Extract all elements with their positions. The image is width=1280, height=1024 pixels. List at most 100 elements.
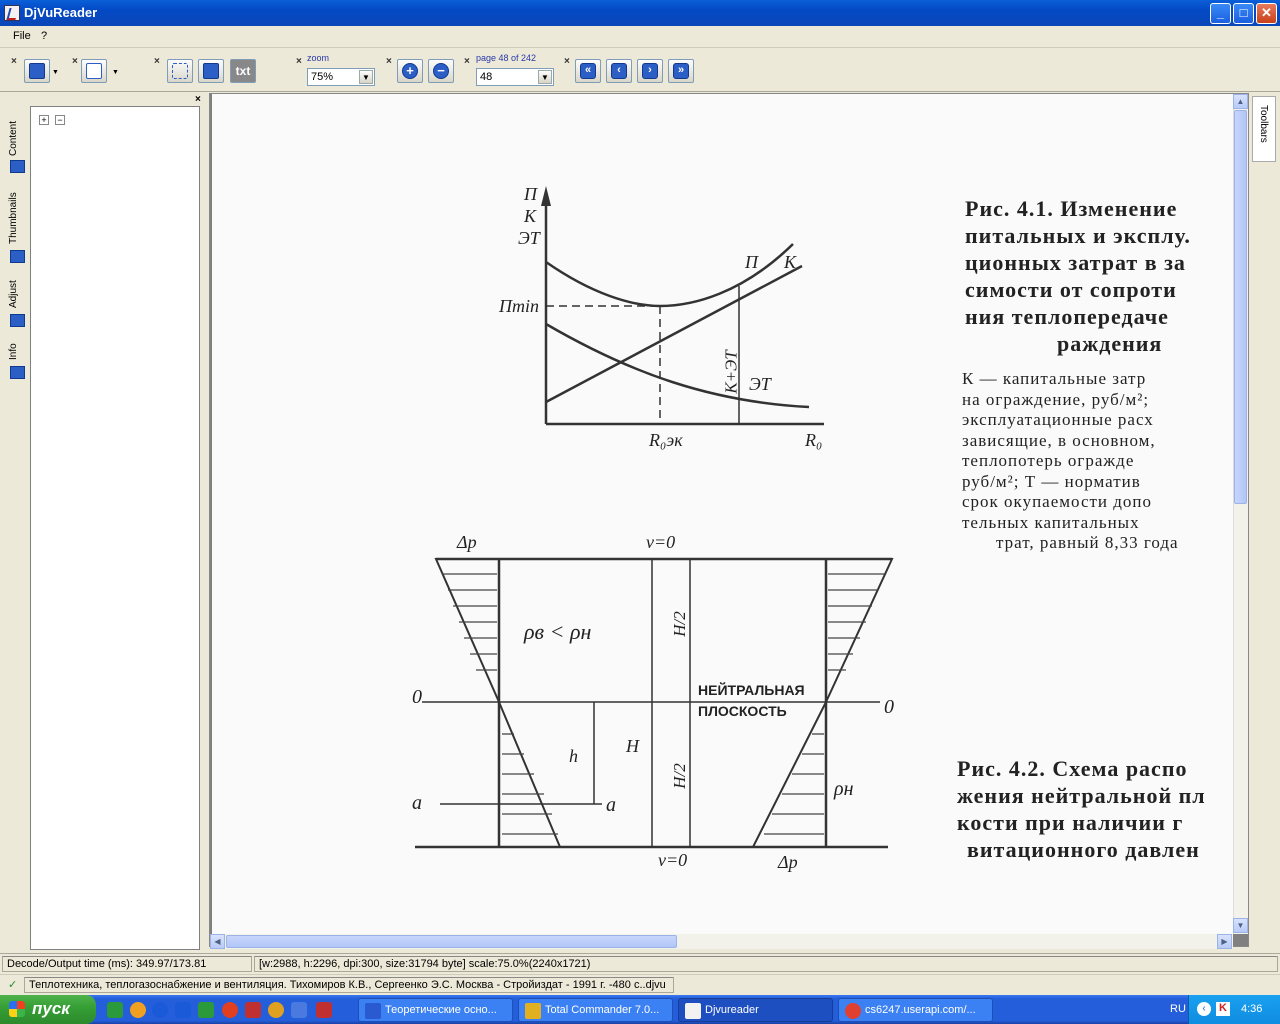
- select-rect-icon: [172, 63, 188, 79]
- close-button[interactable]: ✕: [1256, 3, 1277, 24]
- page-icon: [86, 63, 102, 79]
- menu-file[interactable]: File: [13, 30, 31, 42]
- start-button[interactable]: пуск: [0, 995, 96, 1024]
- file-status-bar: ✓ Теплотехника, теплогазоснабжение и вен…: [0, 974, 1280, 994]
- fig2-label-H: H: [626, 736, 639, 756]
- quicklaunch-icon[interactable]: [107, 1002, 123, 1018]
- quicklaunch-icon[interactable]: [316, 1002, 332, 1018]
- fig1-label-curve-p: П: [745, 252, 758, 272]
- fig1-label-r0: R₀: [805, 430, 823, 450]
- next-page-button[interactable]: ›: [637, 59, 663, 83]
- fig2-label-h2-top: H/2: [669, 611, 689, 637]
- chevron-left-icon[interactable]: ‹: [1197, 1002, 1211, 1016]
- document-view[interactable]: П К ЭТ Пmin П К К+ЭТ ЭТ R₀эк R₀ Рис. 4.1…: [209, 93, 1249, 947]
- scroll-left-icon[interactable]: ◀: [210, 934, 225, 949]
- fig1-label-k: К: [524, 206, 536, 226]
- first-page-icon: «: [580, 63, 596, 79]
- scroll-down-icon[interactable]: ▼: [1233, 918, 1248, 933]
- maximize-button[interactable]: □: [1233, 3, 1254, 24]
- fig2-label-a-right: a: [606, 794, 616, 816]
- zoom-out-button[interactable]: −: [428, 59, 454, 83]
- toolbar: × ▼ × ▼ × txt × zoom 75% ▼ × + − × page …: [0, 48, 1280, 92]
- toolbar-close-icon[interactable]: ×: [464, 56, 470, 67]
- menu-bar: File ?: [0, 26, 1280, 48]
- toolbar-close-icon[interactable]: ×: [296, 56, 302, 67]
- arrow-left-icon: ‹: [611, 63, 627, 79]
- fig2-pressure-arrows: [442, 573, 884, 835]
- fig1-label-pmin: Пmin: [499, 296, 539, 316]
- right-strip: [1250, 94, 1280, 950]
- antivirus-icon[interactable]: K: [1216, 1002, 1230, 1016]
- first-page-button[interactable]: «: [575, 59, 601, 83]
- zoom-in-icon: +: [402, 63, 418, 79]
- collapse-icon[interactable]: −: [55, 115, 65, 125]
- page-mode-button[interactable]: [81, 59, 107, 83]
- fig2-label-zero-left: 0: [412, 686, 422, 708]
- toolbars-tab[interactable]: Toolbars: [1252, 96, 1276, 162]
- quicklaunch-icon[interactable]: [268, 1002, 284, 1018]
- horizontal-scroll-thumb[interactable]: [226, 935, 677, 948]
- task-browser[interactable]: cs6247.userapi.com/...: [838, 998, 993, 1022]
- chevron-down-icon[interactable]: ▼: [112, 69, 119, 76]
- toolbar-close-icon[interactable]: ×: [11, 56, 17, 67]
- fig2-label-a-left: a: [412, 792, 422, 814]
- task-word[interactable]: Теоретические осно...: [358, 998, 513, 1022]
- quicklaunch-icon[interactable]: [222, 1002, 238, 1018]
- layout-button[interactable]: [24, 59, 50, 83]
- fig2-label-zero-right: 0: [884, 696, 894, 718]
- last-page-button[interactable]: »: [668, 59, 694, 83]
- expand-icon[interactable]: +: [39, 115, 49, 125]
- fig2-label-v0-top: v=0: [646, 532, 676, 552]
- language-indicator[interactable]: RU: [1170, 1003, 1186, 1015]
- task-djvureader[interactable]: Djvureader: [678, 998, 833, 1022]
- toolbar-close-icon[interactable]: ×: [564, 56, 570, 67]
- fig1-caption: Рис. 4.1. Изменение питальных и эксплу. …: [965, 196, 1191, 356]
- task-total-commander[interactable]: Total Commander 7.0...: [518, 998, 673, 1022]
- fig1-label-p: П: [524, 184, 537, 204]
- scroll-right-icon[interactable]: ▶: [1217, 934, 1232, 949]
- toolbar-close-icon[interactable]: ×: [154, 56, 160, 67]
- fig2-label-h2-bottom: H/2: [669, 763, 689, 789]
- chevron-down-icon[interactable]: ▼: [538, 70, 552, 84]
- word-icon: [365, 1003, 381, 1019]
- quicklaunch-icon[interactable]: [245, 1002, 261, 1018]
- page-select[interactable]: 48 ▼: [476, 68, 554, 86]
- fig2-label-neutral-2: ПЛОСКОСТЬ: [698, 703, 787, 719]
- chevron-down-icon[interactable]: ▼: [359, 70, 373, 84]
- taskbar: пуск Теоретические осно... Total Command…: [0, 995, 1280, 1024]
- content-panel[interactable]: [30, 106, 200, 950]
- fig2-label-v0-bottom: v=0: [658, 850, 688, 870]
- scroll-up-icon[interactable]: ▲: [1233, 94, 1248, 109]
- arrow-right-icon: ›: [642, 63, 658, 79]
- image-button[interactable]: [198, 59, 224, 83]
- fig2-diagram: [415, 557, 894, 849]
- fig1-description: К — капитальные затр на ограждение, руб/…: [962, 369, 1179, 552]
- text-mode-button[interactable]: txt: [230, 59, 256, 83]
- quicklaunch-icon[interactable]: [198, 1002, 214, 1018]
- status-timing: Decode/Output time (ms): 349.97/173.81: [2, 956, 252, 972]
- vertical-scroll-thumb[interactable]: [1234, 110, 1247, 504]
- title-bar: DjVuReader _ □ ✕: [0, 0, 1280, 26]
- select-button[interactable]: [167, 59, 193, 83]
- panel-close-icon[interactable]: ×: [195, 94, 201, 105]
- chevron-down-icon[interactable]: ▼: [52, 69, 59, 76]
- fig1-y-arrow: [541, 186, 551, 206]
- quicklaunch-icon[interactable]: [130, 1002, 146, 1018]
- check-icon: ✓: [8, 979, 18, 991]
- quicklaunch-icon[interactable]: [175, 1002, 191, 1018]
- minimize-button[interactable]: _: [1210, 3, 1231, 24]
- zoom-label: zoom: [307, 53, 330, 63]
- menu-help[interactable]: ?: [41, 30, 47, 42]
- quicklaunch-icon[interactable]: [291, 1002, 307, 1018]
- toolbar-close-icon[interactable]: ×: [72, 56, 78, 67]
- status-bar: Decode/Output time (ms): 349.97/173.81 […: [0, 953, 1280, 973]
- toolbar-close-icon[interactable]: ×: [386, 56, 392, 67]
- document-page: П К ЭТ Пmin П К К+ЭТ ЭТ R₀эк R₀ Рис. 4.1…: [212, 94, 1234, 934]
- zoom-in-button[interactable]: +: [397, 59, 423, 83]
- content-icon: [10, 160, 25, 173]
- quicklaunch-icon[interactable]: [152, 1002, 168, 1018]
- zoom-select[interactable]: 75% ▼: [307, 68, 375, 86]
- prev-page-button[interactable]: ‹: [606, 59, 632, 83]
- fig1-label-curve-k: К: [784, 252, 796, 272]
- system-tray: ‹ K 4:36: [1188, 995, 1280, 1024]
